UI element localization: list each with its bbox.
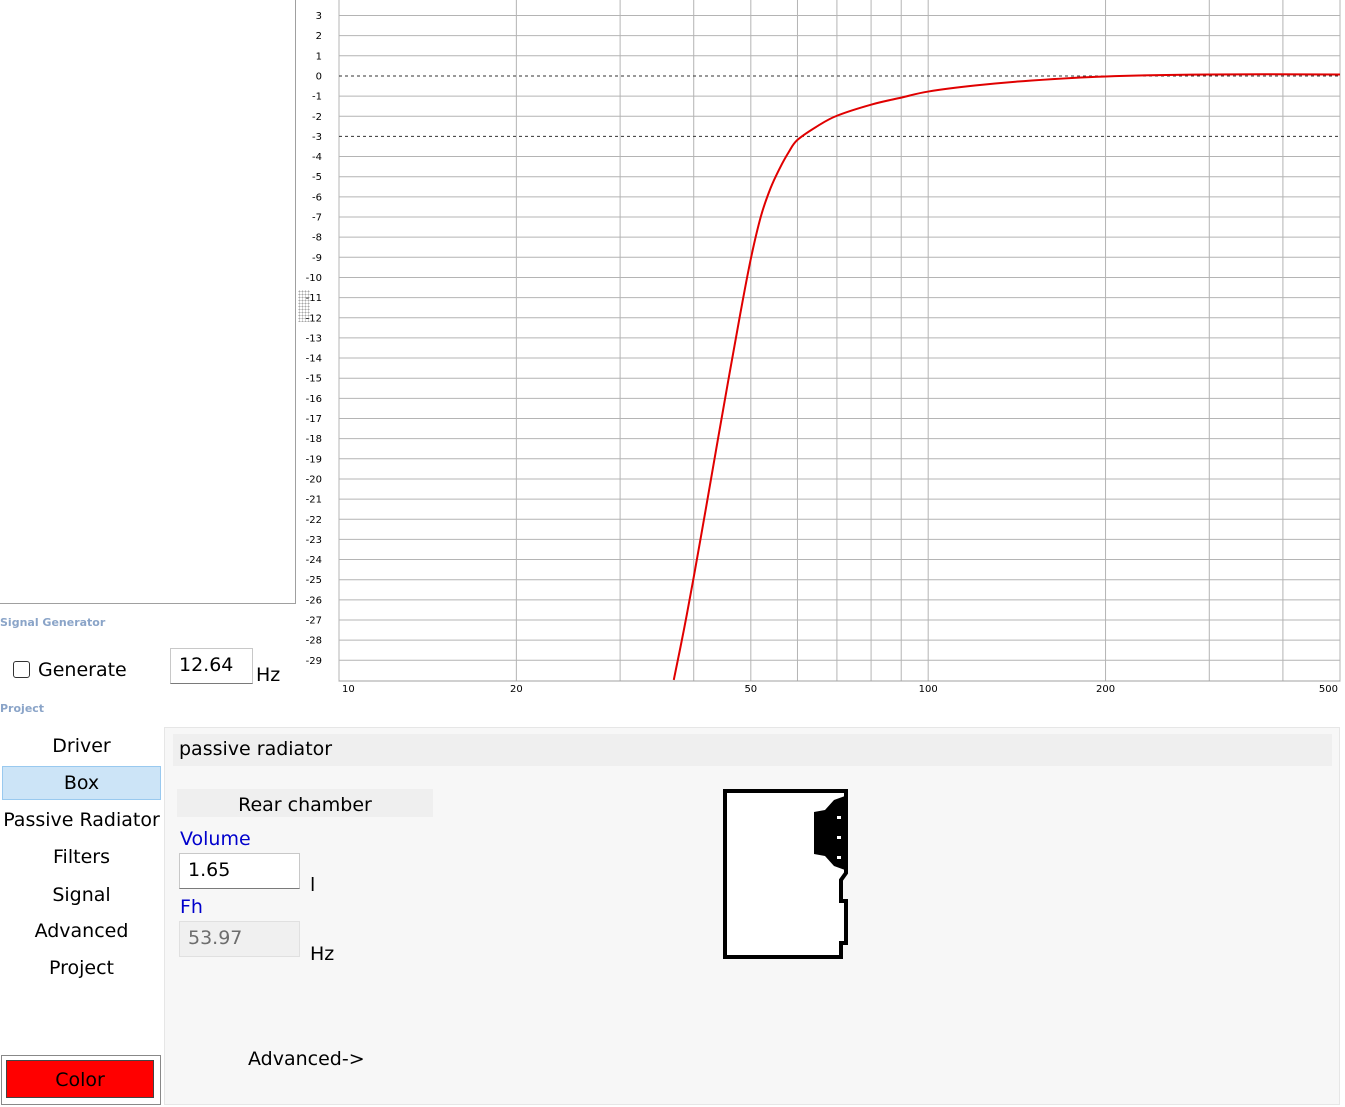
- volume-label: Volume: [180, 828, 251, 850]
- x-tick-label: 100: [919, 684, 938, 695]
- nav-item-project[interactable]: Project: [2, 951, 161, 985]
- y-tick-label: -6: [312, 192, 322, 203]
- nav-item-driver[interactable]: Driver: [2, 729, 161, 763]
- y-tick-label: -25: [306, 575, 322, 586]
- x-tick-label: 10: [342, 684, 355, 695]
- y-tick-label: 2: [316, 31, 322, 42]
- y-tick-label: -27: [306, 616, 322, 627]
- y-tick-label: -22: [306, 515, 322, 526]
- nav-item-signal[interactable]: Signal: [2, 878, 161, 912]
- y-tick-label: -8: [312, 233, 322, 244]
- y-tick-label: 1: [316, 51, 322, 62]
- y-tick-label: -7: [312, 213, 322, 224]
- y-tick-label: -2: [312, 112, 322, 123]
- box-type-title: passive radiator: [179, 738, 333, 760]
- project-group-label: Project: [0, 702, 45, 715]
- y-tick-label: 3: [316, 11, 322, 22]
- y-tick-label: -9: [312, 253, 322, 264]
- y-tick-label: -12: [306, 313, 322, 324]
- y-tick-label: -26: [306, 595, 322, 606]
- y-tick-label: 0: [316, 71, 322, 82]
- generate-checkbox[interactable]: [13, 661, 30, 678]
- nav-item-advanced[interactable]: Advanced: [2, 914, 161, 948]
- y-tick-label: -24: [306, 555, 322, 566]
- nav-item-filters[interactable]: Filters: [2, 840, 161, 874]
- y-tick-label: -4: [312, 152, 322, 163]
- y-tick-label: -23: [306, 535, 322, 546]
- y-tick-label: -21: [306, 495, 322, 506]
- rear-chamber-header: Rear chamber: [177, 789, 433, 817]
- y-tick-label: -19: [306, 454, 322, 465]
- signal-generator-group-label: Signal Generator: [0, 616, 106, 629]
- color-swatch: Color: [6, 1060, 154, 1098]
- fh-readonly-field: 53.97: [179, 921, 300, 957]
- fh-unit: Hz: [310, 943, 335, 965]
- frequency-unit: Hz: [256, 664, 281, 686]
- box-type-header: passive radiator: [173, 734, 1332, 766]
- x-tick-label: 20: [510, 684, 523, 695]
- frequency-input[interactable]: 12.64: [170, 648, 253, 684]
- y-tick-label: -20: [306, 474, 322, 485]
- left-pane: [0, 0, 296, 604]
- plot-frame: [338, 0, 1341, 682]
- y-tick-label: -14: [306, 354, 322, 365]
- y-tick-label: -29: [306, 656, 322, 667]
- y-tick-label: -10: [306, 273, 322, 284]
- frequency-response-chart: 3210-1-2-3-4-5-6-7-8-9-10-11-12-13-14-15…: [306, 0, 1341, 695]
- nav-item-passive-radiator[interactable]: Passive Radiator: [2, 803, 161, 837]
- fh-label: Fh: [180, 896, 203, 918]
- x-tick-label: 50: [744, 684, 757, 695]
- y-tick-label: -5: [312, 172, 322, 183]
- x-tick-label: 200: [1096, 684, 1115, 695]
- y-tick-label: -3: [312, 132, 322, 143]
- y-tick-label: -1: [312, 92, 322, 103]
- x-tick-label: 500: [1319, 684, 1338, 695]
- advanced-link[interactable]: Advanced->: [248, 1048, 365, 1070]
- y-tick-label: -28: [306, 636, 322, 647]
- y-tick-label: -13: [306, 333, 322, 344]
- box-diagram: [723, 789, 848, 959]
- color-button[interactable]: Color: [1, 1055, 161, 1105]
- y-tick-label: -18: [306, 434, 322, 445]
- volume-unit: l: [310, 874, 316, 896]
- nav-item-box[interactable]: Box: [2, 766, 161, 800]
- y-tick-label: -17: [306, 414, 322, 425]
- generate-label: Generate: [38, 659, 127, 681]
- y-tick-label: -16: [306, 394, 322, 405]
- y-tick-label: -15: [306, 374, 322, 385]
- volume-input[interactable]: 1.65: [179, 853, 300, 889]
- y-tick-label: -11: [306, 293, 322, 304]
